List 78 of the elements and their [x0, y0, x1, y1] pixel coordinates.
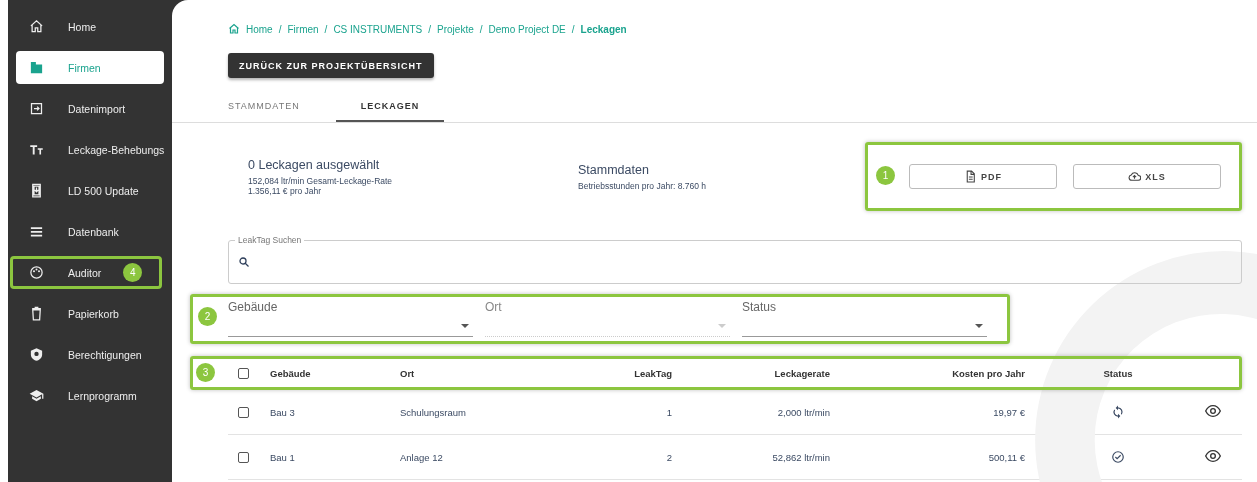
- palette-icon: [29, 265, 44, 280]
- eye-icon[interactable]: [1205, 450, 1221, 462]
- shield-icon: [29, 347, 44, 362]
- back-button[interactable]: ZURÜCK ZUR PROJEKTÜBERSICHT: [228, 53, 434, 78]
- sidebar-item-label: LD 500 Update: [68, 184, 139, 197]
- breadcrumb-separator: /: [428, 23, 432, 35]
- breadcrumb-separator: /: [278, 23, 282, 35]
- sidebar-item[interactable]: Lernprogramm: [16, 379, 172, 412]
- search-label: LeakTag Suchen: [235, 235, 305, 245]
- sidebar-item[interactable]: Datenbank: [16, 215, 172, 248]
- breadcrumb-separator: /: [324, 23, 328, 35]
- breadcrumb-separator: /: [571, 23, 575, 35]
- stammdaten-title: Stammdaten: [578, 162, 650, 177]
- sidebar-item-label: Auditor: [68, 266, 102, 279]
- table-cell-text: Bau 3: [269, 406, 296, 418]
- list-icon: [29, 224, 44, 239]
- eye-icon[interactable]: [1205, 405, 1221, 417]
- sidebar-item[interactable]: Home: [16, 10, 172, 43]
- annotation-badge: 4: [123, 263, 143, 282]
- sidebar-item-label: Home: [68, 20, 96, 33]
- home-icon: [29, 19, 44, 34]
- table-cell-text: 19,97 €: [992, 406, 1026, 418]
- text-icon: [29, 142, 44, 157]
- sidebar-item[interactable]: Datenimport: [16, 92, 172, 125]
- tab[interactable]: STAMMDATEN: [228, 92, 336, 122]
- sidebar-item-label: Leckage-Behebungs: [68, 143, 165, 156]
- sidebar-item-label: Berechtigungen: [68, 348, 142, 361]
- check-circle-icon: [1111, 450, 1125, 464]
- sidebar-item[interactable]: Auditor 4: [10, 256, 162, 289]
- column-header: LeakTag: [633, 367, 673, 379]
- sidebar-item-label: Lernprogramm: [68, 389, 137, 402]
- checkbox[interactable]: [238, 406, 249, 418]
- sidebar-item-label: Datenbank: [68, 225, 119, 238]
- sidebar-item[interactable]: Berechtigungen: [16, 338, 172, 371]
- sidebar-item[interactable]: Papierkorb: [16, 297, 172, 330]
- dropdown-field[interactable]: Gebäude: [228, 300, 473, 337]
- summary-text: 152,084 ltr/min Gesamt-Leckage-Rate: [248, 175, 394, 186]
- export-button[interactable]: PDF: [909, 164, 1057, 189]
- cloud-upload-icon: [1128, 170, 1142, 183]
- sidebar-item-label: Datenimport: [68, 102, 126, 115]
- table-cell-text: 500,11 €: [987, 451, 1026, 463]
- trash-icon: [29, 306, 44, 321]
- table-cell-text: 1: [665, 406, 673, 418]
- column-header: Leckagerate: [773, 367, 831, 379]
- school-icon: [29, 388, 44, 403]
- sidebar-item[interactable]: LD 500 Update: [16, 174, 172, 207]
- column-header: Kosten pro Jahr: [951, 367, 1026, 379]
- stammdaten-text: Betriebsstunden pro Jahr: 8.760 h: [578, 180, 708, 191]
- annotation-badge: 3: [196, 363, 215, 382]
- summary-text: 1.356,11 € pro Jahr: [248, 185, 322, 196]
- checkbox[interactable]: [238, 367, 249, 379]
- document-icon: [964, 170, 977, 183]
- table-cell-text: 52,862 ltr/min: [771, 451, 831, 463]
- dropdown-field[interactable]: Status: [742, 300, 987, 337]
- annotation-badge: 2: [198, 307, 217, 326]
- sidebar-item[interactable]: Leckage-Behebungs: [16, 133, 172, 166]
- home-icon: [228, 23, 240, 35]
- table-cell-text: Schulungsraum: [399, 406, 467, 418]
- breadcrumb-current: Leckagen: [580, 23, 627, 35]
- checkbox[interactable]: [238, 451, 249, 463]
- table-cell-text: 2: [665, 451, 673, 463]
- device-icon: [29, 183, 44, 198]
- summary-title: 0 Leckagen ausgewählt: [248, 157, 381, 172]
- column-header: Status: [1102, 367, 1134, 379]
- column-header: Ort: [399, 367, 416, 379]
- table-cell-text: Bau 1: [269, 451, 296, 463]
- import-icon: [29, 101, 44, 116]
- table-cell-text: Anlage 12: [399, 451, 444, 463]
- sidebar-item-label: Firmen: [68, 61, 101, 74]
- tab[interactable]: LECKAGEN: [336, 92, 444, 122]
- table-cell-text: 2,000 ltr/min: [776, 406, 831, 418]
- breadcrumb-separator: /: [479, 23, 483, 35]
- sidebar-item-label: Papierkorb: [68, 307, 119, 320]
- column-header: Gebäude: [269, 367, 312, 379]
- search-icon: [238, 256, 250, 268]
- export-button[interactable]: XLS: [1073, 164, 1221, 189]
- sync-icon: [1111, 405, 1125, 419]
- annotation-badge: 1: [876, 166, 895, 185]
